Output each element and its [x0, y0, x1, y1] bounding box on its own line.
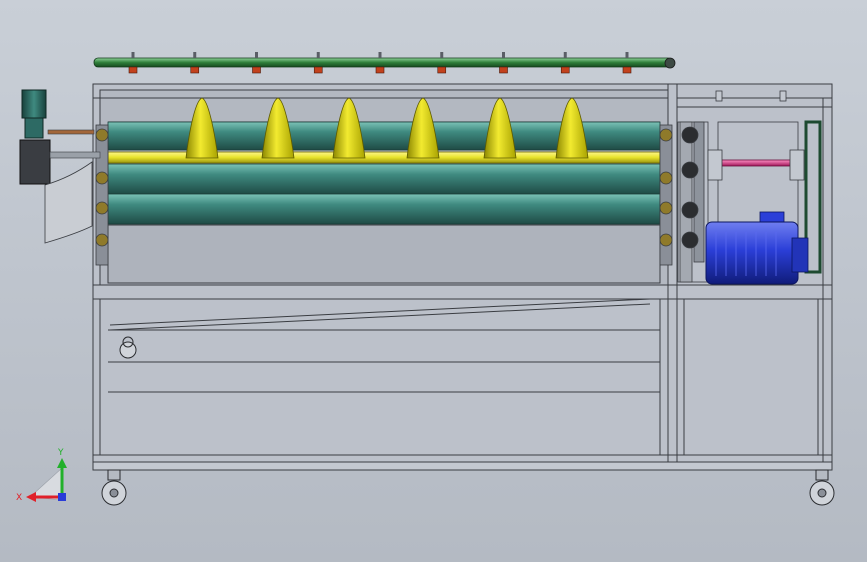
spray-nozzle — [375, 66, 385, 74]
orientation-triad: Y X — [16, 448, 67, 503]
caster-left — [101, 469, 127, 506]
spray-nozzle — [560, 66, 570, 74]
spray-pipe-assembly — [93, 52, 676, 74]
nozzle-stem — [193, 52, 197, 58]
nozzle-stem — [255, 52, 258, 58]
electric-motor — [705, 211, 809, 285]
z-axis-marker — [58, 493, 66, 501]
roller-middle — [107, 163, 661, 195]
caster-right — [809, 469, 835, 506]
spray-nozzle — [622, 66, 632, 74]
spray-nozzle — [313, 66, 323, 74]
nozzle-stem — [316, 52, 320, 58]
chain-sprocket-stack — [679, 121, 705, 283]
roller-lower — [107, 193, 661, 225]
spray-nozzle — [252, 66, 261, 74]
nozzle-stem — [502, 52, 505, 58]
nozzle-stem — [625, 52, 629, 58]
spray-pipe — [93, 57, 673, 68]
spray-nozzle — [499, 66, 508, 74]
spray-nozzle — [190, 66, 200, 74]
left-end-sprockets — [95, 124, 109, 266]
x-axis-label: X — [16, 493, 22, 503]
machine-drawing: Y X — [16, 52, 835, 506]
nozzle-stem — [131, 52, 135, 58]
spray-nozzle — [128, 66, 138, 74]
cad-viewport[interactable]: Y X — [0, 0, 867, 562]
gear-motor — [19, 89, 101, 244]
right-end-sprockets — [659, 124, 673, 266]
nozzle-stem — [378, 52, 382, 58]
coupling-shaft — [711, 159, 803, 167]
y-axis-label: Y — [57, 448, 64, 458]
spray-nozzle — [437, 66, 447, 74]
nozzle-stem — [440, 52, 444, 58]
nozzle-stem — [563, 52, 567, 58]
